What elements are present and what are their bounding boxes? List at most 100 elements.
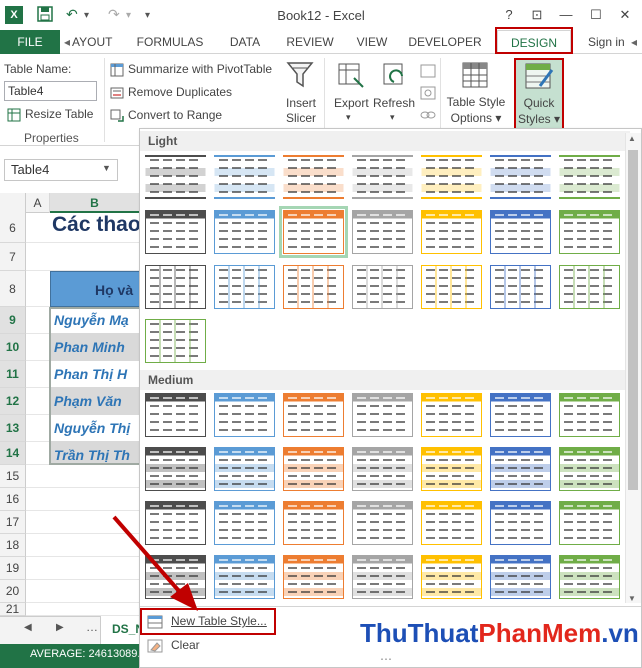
table-style-swatch[interactable] bbox=[279, 206, 348, 258]
table-style-swatch[interactable] bbox=[145, 447, 206, 491]
tab-formulas[interactable]: FORMULAS bbox=[130, 30, 210, 54]
table-style-swatch[interactable] bbox=[214, 447, 275, 491]
table-style-swatch[interactable] bbox=[352, 555, 413, 599]
gallery-scroll-down-icon[interactable]: ▼ bbox=[628, 594, 636, 603]
table-style-swatch[interactable] bbox=[421, 210, 482, 254]
row-header[interactable]: 12 bbox=[0, 388, 26, 415]
row-header[interactable]: 14 bbox=[0, 442, 26, 465]
table-style-swatch[interactable] bbox=[559, 210, 620, 254]
unlink-icon[interactable] bbox=[420, 108, 436, 125]
sheet-scroll-right-icon[interactable]: ▶ bbox=[56, 622, 64, 633]
tab-developer[interactable]: DEVELOPER bbox=[407, 30, 483, 54]
row-header[interactable]: 13 bbox=[0, 415, 26, 442]
sheet-title-cell[interactable]: Các thao bbox=[52, 213, 141, 237]
gallery-resize-grip-icon[interactable]: ⋯ bbox=[380, 652, 392, 666]
name-box[interactable]: Table4 bbox=[4, 159, 118, 181]
tab-data[interactable]: DATA bbox=[222, 30, 268, 54]
table-style-swatch[interactable] bbox=[283, 555, 344, 599]
table-style-swatch[interactable] bbox=[145, 155, 206, 199]
table-style-swatch[interactable] bbox=[214, 210, 275, 254]
open-browser-icon[interactable] bbox=[420, 86, 436, 103]
grid-row[interactable] bbox=[26, 243, 140, 271]
table-style-swatch[interactable] bbox=[352, 393, 413, 437]
table-style-swatch[interactable] bbox=[421, 265, 482, 309]
close-icon[interactable]: ✕ bbox=[614, 5, 636, 25]
table-style-swatch[interactable] bbox=[145, 210, 206, 254]
table-style-swatch[interactable] bbox=[214, 393, 275, 437]
column-header-a[interactable]: A bbox=[26, 193, 50, 213]
table-style-swatch[interactable] bbox=[283, 155, 344, 199]
tab-scroll-right-icon[interactable]: ◂ bbox=[628, 30, 640, 54]
properties-small-icon[interactable] bbox=[420, 64, 436, 81]
table-header-cell[interactable]: Họ và bbox=[50, 271, 140, 307]
export-dropdown-icon[interactable]: ▾ bbox=[346, 112, 351, 123]
table-style-swatch[interactable] bbox=[421, 155, 482, 199]
table-style-swatch[interactable] bbox=[145, 319, 206, 363]
table-style-swatch[interactable] bbox=[145, 393, 206, 437]
sheet-tab-ds[interactable]: DS_N bbox=[100, 616, 140, 644]
column-header-b[interactable]: B bbox=[50, 193, 140, 213]
table-style-swatch[interactable] bbox=[352, 501, 413, 545]
table-name-input[interactable]: Table4 bbox=[4, 81, 97, 101]
help-icon[interactable]: ? bbox=[498, 5, 520, 25]
table-style-swatch[interactable] bbox=[559, 447, 620, 491]
table-style-swatch[interactable] bbox=[283, 265, 344, 309]
convert-to-range-button[interactable]: Convert to Range bbox=[110, 108, 222, 123]
table-style-swatch[interactable] bbox=[352, 265, 413, 309]
table-style-swatch[interactable] bbox=[559, 393, 620, 437]
row-header[interactable]: 17 bbox=[0, 511, 26, 534]
table-style-swatch[interactable] bbox=[490, 265, 551, 309]
row-header[interactable]: 15 bbox=[0, 465, 26, 488]
table-style-swatch[interactable] bbox=[214, 265, 275, 309]
table-style-swatch[interactable] bbox=[559, 555, 620, 599]
row-header[interactable]: 16 bbox=[0, 488, 26, 511]
table-style-swatch[interactable] bbox=[490, 155, 551, 199]
table-style-swatch[interactable] bbox=[490, 555, 551, 599]
table-style-swatch[interactable] bbox=[214, 155, 275, 199]
insert-slicer-button[interactable]: Insert Slicer bbox=[285, 96, 317, 126]
table-style-swatch[interactable] bbox=[559, 501, 620, 545]
row-header[interactable]: 8 bbox=[0, 271, 26, 307]
table-style-swatch[interactable] bbox=[559, 155, 620, 199]
remove-duplicates-button[interactable]: Remove Duplicates bbox=[110, 85, 232, 100]
table-style-swatch[interactable] bbox=[490, 210, 551, 254]
row-header[interactable]: 7 bbox=[0, 243, 26, 271]
tab-file[interactable]: FILE bbox=[0, 30, 60, 54]
select-all-corner[interactable] bbox=[0, 193, 26, 213]
tab-review[interactable]: REVIEW bbox=[282, 30, 338, 54]
tab-page-layout[interactable]: AYOUT bbox=[72, 30, 112, 54]
table-style-swatch[interactable] bbox=[421, 501, 482, 545]
table-style-swatch[interactable] bbox=[214, 501, 275, 545]
name-box-dropdown-icon[interactable]: ▼ bbox=[102, 163, 111, 173]
sign-in-link[interactable]: Sign in bbox=[588, 30, 625, 54]
table-style-swatch[interactable] bbox=[421, 447, 482, 491]
row-header[interactable]: 21 bbox=[0, 603, 26, 616]
tab-view[interactable]: VIEW bbox=[350, 30, 394, 54]
row-header[interactable]: 20 bbox=[0, 580, 26, 603]
table-style-swatch[interactable] bbox=[490, 447, 551, 491]
table-style-swatch[interactable] bbox=[421, 555, 482, 599]
export-button[interactable]: Export bbox=[334, 96, 369, 110]
clear-menu-item[interactable]: Clear bbox=[143, 634, 200, 656]
minimize-icon[interactable]: — bbox=[555, 5, 577, 25]
row-header[interactable]: 18 bbox=[0, 534, 26, 557]
row-header[interactable]: 6 bbox=[0, 213, 26, 243]
summarize-pivottable-button[interactable]: Summarize with PivotTable bbox=[110, 62, 272, 77]
table-style-swatch[interactable] bbox=[421, 393, 482, 437]
table-style-swatch[interactable] bbox=[283, 393, 344, 437]
table-style-swatch[interactable] bbox=[490, 393, 551, 437]
table-style-swatch[interactable] bbox=[490, 501, 551, 545]
tab-scroll-left-icon[interactable]: ◂ bbox=[62, 30, 72, 54]
table-style-options-button[interactable]: Table Style Options ▾ bbox=[446, 94, 506, 126]
row-header[interactable]: 11 bbox=[0, 361, 26, 388]
sheet-more-icon[interactable]: … bbox=[86, 620, 98, 634]
table-style-swatch[interactable] bbox=[559, 265, 620, 309]
refresh-button[interactable]: Refresh bbox=[373, 96, 415, 110]
table-style-swatch[interactable] bbox=[352, 447, 413, 491]
resize-table-button[interactable]: Resize Table bbox=[7, 107, 93, 122]
refresh-dropdown-icon[interactable]: ▾ bbox=[390, 112, 395, 123]
sheet-scroll-left-icon[interactable]: ◀ bbox=[24, 622, 32, 633]
table-style-swatch[interactable] bbox=[214, 555, 275, 599]
gallery-scroll-up-icon[interactable]: ▲ bbox=[628, 134, 636, 143]
table-style-swatch[interactable] bbox=[352, 155, 413, 199]
